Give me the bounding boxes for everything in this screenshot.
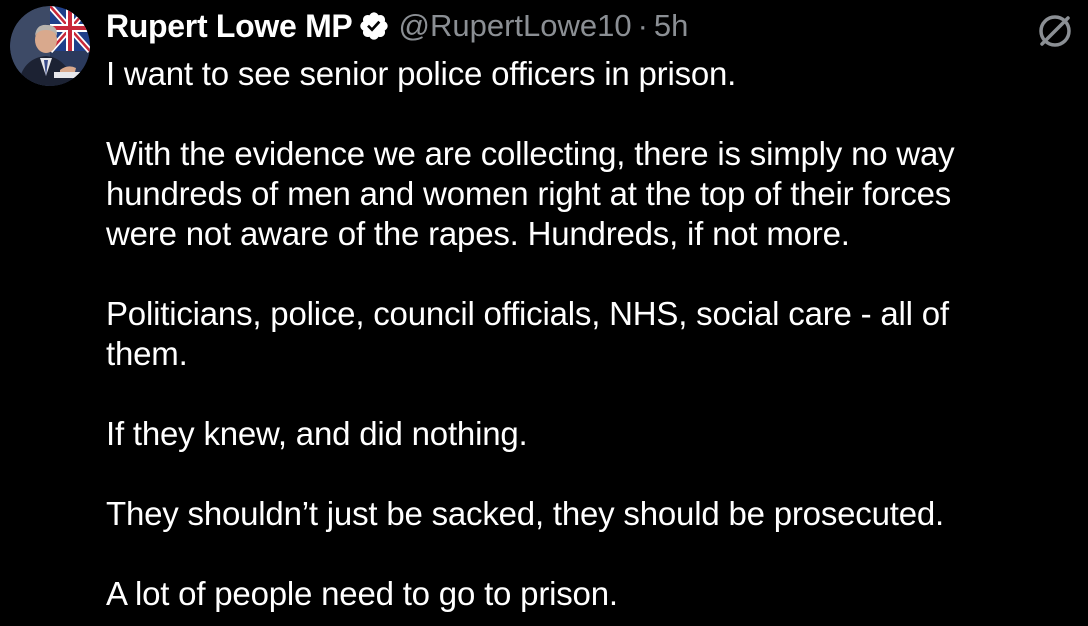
tweet-card[interactable]: Rupert Lowe MP @RupertLowe10 · 5h I want… [0, 0, 1088, 626]
tweet-paragraph: With the evidence we are collecting, the… [106, 135, 955, 252]
display-name[interactable]: Rupert Lowe MP [106, 8, 353, 45]
user-handle[interactable]: @RupertLowe10 [398, 8, 631, 44]
tweet-paragraph: A lot of people need to go to prison. [106, 575, 618, 612]
tweet-header: Rupert Lowe MP @RupertLowe10 · 5h [106, 6, 688, 46]
tweet-paragraph: I want to see senior police officers in … [106, 55, 737, 92]
verified-badge-icon [358, 10, 390, 42]
profile-photo [10, 6, 90, 86]
tweet-text: I want to see senior police officers in … [106, 54, 1076, 614]
avatar[interactable] [10, 6, 90, 86]
timestamp[interactable]: 5h [654, 8, 688, 44]
tweet-paragraph: If they knew, and did nothing. [106, 415, 528, 452]
tweet-paragraph: Politicians, police, council officials, … [106, 295, 949, 372]
separator-dot: · [637, 8, 648, 43]
slashed-circle-icon[interactable] [1036, 12, 1074, 50]
tweet-paragraph: They shouldn’t just be sacked, they shou… [106, 495, 944, 532]
